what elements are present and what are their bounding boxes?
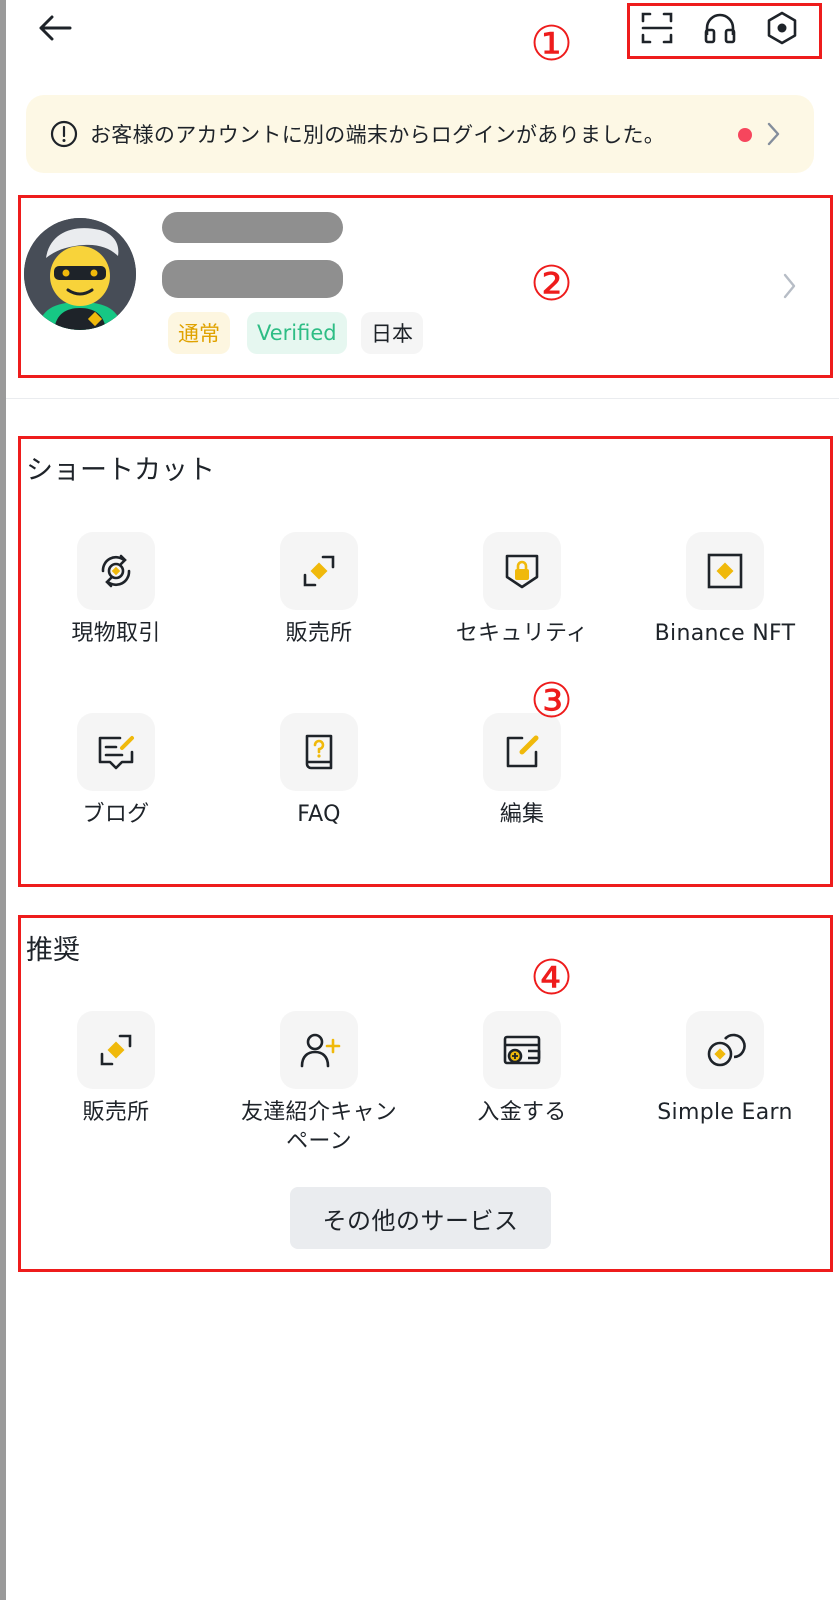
notice-unread-dot — [738, 128, 752, 142]
notice-text: お客様のアカウントに別の端末からログインがありました。 — [90, 123, 666, 147]
annotation-marker-2: ② — [530, 256, 574, 312]
section-divider — [6, 398, 839, 399]
back-button[interactable] — [30, 6, 80, 50]
login-notice-banner[interactable]: お客様のアカウントに別の端末からログインがありました。 — [26, 95, 814, 173]
arrow-left-icon — [39, 15, 72, 41]
alert-circle-icon — [50, 120, 78, 148]
annotation-box-3 — [18, 436, 833, 887]
annotation-box-4 — [18, 915, 833, 1272]
annotation-marker-1: ① — [530, 16, 574, 72]
annotation-marker-3: ③ — [530, 673, 574, 729]
annotation-box-2 — [18, 195, 833, 378]
annotation-box-1 — [627, 3, 822, 59]
left-edge-rule — [0, 0, 6, 1600]
annotation-marker-4: ④ — [530, 950, 574, 1006]
chevron-right-icon — [767, 122, 780, 146]
